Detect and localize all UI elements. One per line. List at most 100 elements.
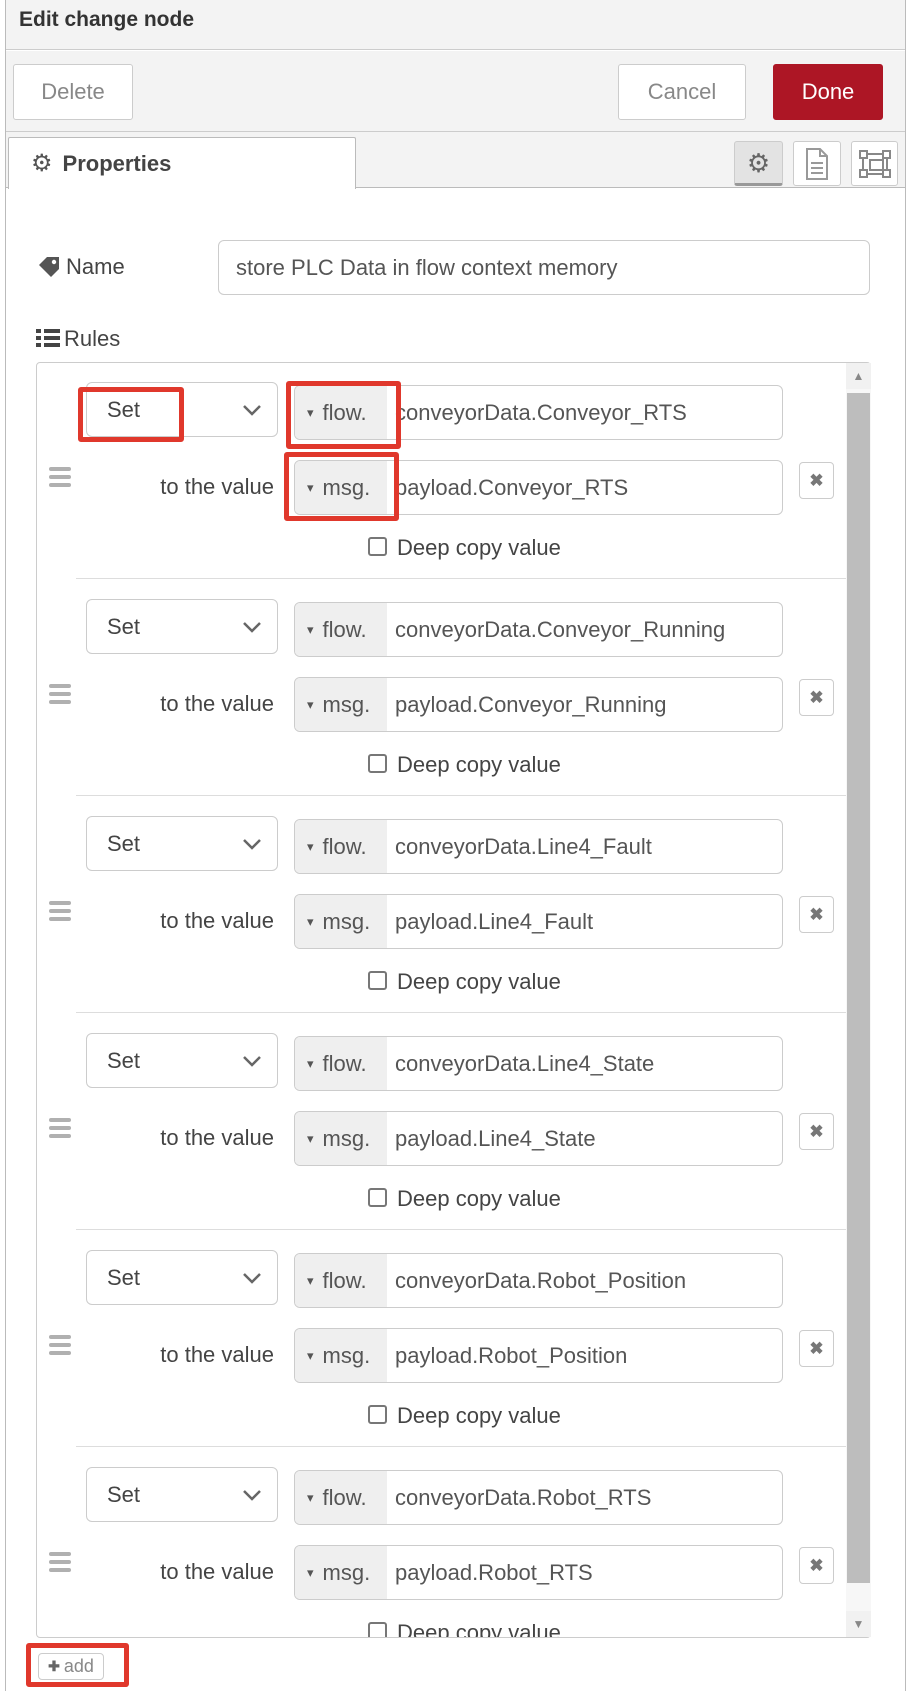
value-path-input[interactable]: payload.Robot_Position (387, 1329, 782, 1382)
node-description-button[interactable] (793, 141, 841, 186)
target-path-input[interactable]: conveyorData.Robot_RTS (387, 1471, 782, 1524)
value-type-button[interactable]: ▾ msg. (295, 1546, 387, 1599)
deep-copy-label: Deep copy value (397, 1186, 561, 1212)
value-type-button[interactable]: ▾ msg. (295, 895, 387, 948)
rule-action-label: Set (87, 1482, 140, 1508)
deep-copy-checkbox[interactable] (368, 971, 387, 990)
value-type-button[interactable]: ▾ msg. (295, 1329, 387, 1382)
rule-action-label: Set (87, 1265, 140, 1291)
dropdown-triangle-icon: ▾ (307, 1565, 314, 1581)
deep-copy-label: Deep copy value (397, 1403, 561, 1429)
rule-target-field: ▾ flow. conveyorData.Conveyor_Running (294, 602, 783, 657)
target-type-button[interactable]: ▾ flow. (295, 820, 387, 873)
target-path-input[interactable]: conveyorData.Conveyor_Running (387, 603, 782, 656)
rule-action-select[interactable]: Set (86, 816, 278, 871)
delete-rule-button[interactable]: ✖ (799, 896, 834, 933)
value-path-input[interactable]: payload.Robot_RTS (387, 1546, 782, 1599)
target-path-input[interactable]: conveyorData.Robot_Position (387, 1254, 782, 1307)
deep-copy-checkbox[interactable] (368, 537, 387, 556)
value-path-input[interactable]: payload.Line4_State (387, 1112, 782, 1165)
to-the-value-label: to the value (37, 691, 274, 717)
rule-row: Set ▾ flow. conveyorData.Line4_State to … (37, 1033, 844, 1250)
dropdown-triangle-icon: ▾ (307, 622, 314, 638)
done-button[interactable]: Done (773, 64, 883, 120)
node-settings-button[interactable]: ⚙ (734, 141, 783, 186)
rule-separator (76, 578, 846, 579)
rule-target-field: ▾ flow. conveyorData.Conveyor_RTS (294, 385, 783, 440)
deep-copy-checkbox[interactable] (368, 1622, 387, 1637)
value-type-button[interactable]: ▾ msg. (295, 461, 387, 514)
delete-rule-button[interactable]: ✖ (799, 679, 834, 716)
rule-separator (76, 1229, 846, 1230)
target-type-label: flow. (323, 1485, 367, 1511)
rule-target-field: ▾ flow. conveyorData.Line4_Fault (294, 819, 783, 874)
list-icon (36, 327, 60, 349)
rule-value-field: ▾ msg. payload.Line4_State (294, 1111, 783, 1166)
deep-copy-label: Deep copy value (397, 752, 561, 778)
delete-rule-button[interactable]: ✖ (799, 462, 834, 499)
value-path-input[interactable]: payload.Conveyor_RTS (387, 461, 782, 514)
dropdown-triangle-icon: ▾ (307, 1490, 314, 1506)
deep-copy-checkbox[interactable] (368, 754, 387, 773)
rule-target-field: ▾ flow. conveyorData.Robot_Position (294, 1253, 783, 1308)
dialog-header: Edit change node (6, 0, 905, 50)
chevron-down-icon (241, 837, 263, 851)
rule-action-select[interactable]: Set (86, 1033, 278, 1088)
rule-action-label: Set (87, 614, 140, 640)
rule-value-field: ▾ msg. payload.Conveyor_Running (294, 677, 783, 732)
name-label: Name (66, 254, 125, 280)
rule-action-select[interactable]: Set (86, 599, 278, 654)
name-input[interactable] (218, 240, 870, 295)
rule-action-select[interactable]: Set (86, 1467, 278, 1522)
gear-icon: ⚙ (747, 150, 770, 176)
target-type-button[interactable]: ▾ flow. (295, 603, 387, 656)
value-type-label: msg. (323, 475, 371, 501)
deep-copy-checkbox[interactable] (368, 1188, 387, 1207)
tab-bar: ⚙ Properties ⚙ (6, 132, 905, 188)
tab-properties[interactable]: ⚙ Properties (8, 137, 356, 189)
delete-rule-button[interactable]: ✖ (799, 1547, 834, 1584)
to-the-value-label: to the value (37, 908, 274, 934)
dropdown-triangle-icon: ▾ (307, 480, 314, 496)
value-path-input[interactable]: payload.Conveyor_Running (387, 678, 782, 731)
delete-rule-button[interactable]: ✖ (799, 1113, 834, 1150)
node-appearance-button[interactable] (851, 141, 898, 186)
delete-rule-button[interactable]: ✖ (799, 1330, 834, 1367)
target-path-input[interactable]: conveyorData.Conveyor_RTS (387, 386, 782, 439)
target-type-button[interactable]: ▾ flow. (295, 1254, 387, 1307)
target-type-button[interactable]: ▾ flow. (295, 386, 387, 439)
rules-label: Rules (64, 326, 120, 352)
dropdown-triangle-icon: ▾ (307, 1348, 314, 1364)
rule-row: Set ▾ flow. conveyorData.Conveyor_Runnin… (37, 599, 844, 816)
rule-action-select[interactable]: Set (86, 1250, 278, 1305)
deep-copy-label: Deep copy value (397, 969, 561, 995)
chevron-down-icon (241, 1054, 263, 1068)
value-type-button[interactable]: ▾ msg. (295, 1112, 387, 1165)
chevron-down-icon (241, 1488, 263, 1502)
rule-action-select[interactable]: Set (86, 382, 278, 437)
target-path-input[interactable]: conveyorData.Line4_Fault (387, 820, 782, 873)
dropdown-triangle-icon: ▾ (307, 914, 314, 930)
to-the-value-label: to the value (37, 474, 274, 500)
scroll-down-arrow[interactable]: ▼ (846, 1611, 871, 1637)
dropdown-triangle-icon: ▾ (307, 1131, 314, 1147)
delete-button[interactable]: Delete (13, 64, 133, 120)
value-path-input[interactable]: payload.Line4_Fault (387, 895, 782, 948)
rule-action-label: Set (87, 831, 140, 857)
add-rule-label: add (64, 1656, 94, 1677)
rule-separator (76, 1012, 846, 1013)
add-rule-button[interactable]: ✚ add (38, 1653, 104, 1680)
value-type-button[interactable]: ▾ msg. (295, 678, 387, 731)
tab-properties-label: Properties (63, 151, 172, 177)
scroll-up-arrow[interactable]: ▲ (846, 363, 871, 389)
edit-change-node-dialog: Edit change node Delete Cancel Done ⚙ Pr… (5, 0, 906, 1691)
target-type-button[interactable]: ▾ flow. (295, 1037, 387, 1090)
cancel-button[interactable]: Cancel (618, 64, 746, 120)
target-type-label: flow. (323, 1268, 367, 1294)
target-type-button[interactable]: ▾ flow. (295, 1471, 387, 1524)
target-path-input[interactable]: conveyorData.Line4_State (387, 1037, 782, 1090)
deep-copy-checkbox[interactable] (368, 1405, 387, 1424)
rules-scrollbar[interactable]: ▲ ▼ (846, 363, 871, 1637)
gear-icon: ⚙ (31, 152, 53, 176)
scrollbar-thumb[interactable] (847, 393, 870, 1583)
